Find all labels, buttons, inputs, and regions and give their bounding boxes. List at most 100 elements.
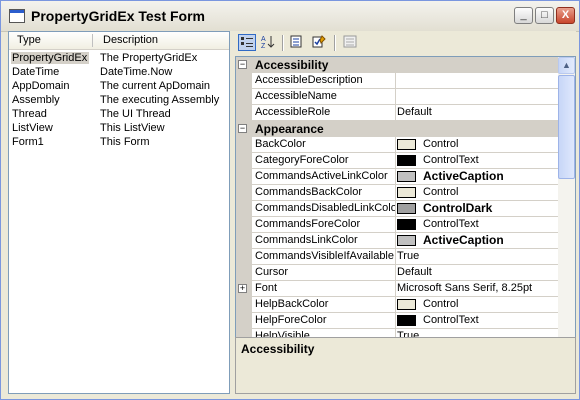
events-button[interactable] [311,34,329,51]
property-row[interactable]: CommandsLinkColor ActiveCaption [236,233,558,249]
expand-icon[interactable]: + [238,284,247,293]
property-value[interactable] [394,73,558,89]
property-row[interactable]: AccessibleName [236,89,558,105]
help-title: Accessibility [241,342,315,356]
alphabetical-button[interactable]: AZ [260,34,278,51]
property-row[interactable]: CommandsBackColor Control [236,185,558,201]
property-name[interactable]: BackColor [252,137,396,153]
row-margin [236,105,252,121]
property-value-text: Default [397,266,432,278]
list-item[interactable]: PropertyGridEx The PropertyGridEx [9,52,229,65]
list-item[interactable]: Form1 This Form [9,136,229,149]
property-value[interactable]: True [394,249,558,265]
list-item[interactable]: Thread The UI Thread [9,108,229,121]
property-name[interactable]: Cursor [252,265,396,281]
categorized-button[interactable] [238,34,256,51]
property-name[interactable]: CommandsLinkColor [252,233,396,249]
list-item[interactable]: Assembly The executing Assembly [9,94,229,107]
svg-text:A: A [261,36,266,43]
category-row[interactable]: − Appearance [236,121,558,137]
property-value[interactable]: ControlText [394,217,558,233]
list-item[interactable]: ListView This ListView [9,122,229,135]
scroll-up-button[interactable]: ▲ [558,57,575,74]
property-row[interactable]: CommandsDisabledLinkColor ControlDark [236,201,558,217]
property-row[interactable]: CommandsVisibleIfAvailable True [236,249,558,265]
property-value[interactable]: Default [394,105,558,121]
property-row[interactable]: BackColor Control [236,137,558,153]
vertical-scrollbar[interactable]: ▲ ▼ [558,57,575,360]
row-margin [236,89,252,105]
property-row[interactable]: CommandsActiveLinkColor ActiveCaption [236,169,558,185]
property-name[interactable]: CommandsForeColor [252,217,396,233]
row-margin [236,73,252,89]
property-name[interactable]: HelpForeColor [252,313,396,329]
color-swatch [397,139,416,150]
property-name[interactable]: CategoryForeColor [252,153,396,169]
property-value[interactable] [394,89,558,105]
property-value-text: Microsoft Sans Serif, 8.25pt [397,282,533,294]
property-pages-button[interactable] [342,34,360,51]
property-row[interactable]: + Font Microsoft Sans Serif, 8.25pt [236,281,558,297]
property-value[interactable]: ActiveCaption [394,233,558,249]
collapse-icon[interactable]: − [238,60,247,69]
column-header-type[interactable]: Type [17,34,41,46]
title-bar[interactable]: PropertyGridEx Test Form _ □ X [1,1,579,32]
property-value[interactable]: Microsoft Sans Serif, 8.25pt [394,281,558,297]
property-name[interactable]: Font [252,281,396,297]
close-button[interactable]: X [556,7,575,24]
svg-text:Z: Z [261,43,266,49]
property-name[interactable]: AccessibleDescription [252,73,396,89]
row-margin [236,169,252,185]
properties-button[interactable] [288,34,306,51]
category-row[interactable]: − Accessibility [236,57,558,73]
scroll-thumb[interactable] [558,75,575,179]
property-name[interactable]: CommandsVisibleIfAvailable [252,249,396,265]
list-item-type: DateTime [12,66,60,78]
property-value[interactable]: ControlDark [394,201,558,217]
property-row[interactable]: CommandsForeColor ControlText [236,217,558,233]
property-value[interactable]: Control [394,185,558,201]
property-value[interactable]: Control [394,297,558,313]
object-list-view[interactable]: Type Description PropertyGridEx The Prope… [8,31,230,394]
column-header-description[interactable]: Description [103,34,158,46]
property-name[interactable]: AccessibleRole [252,105,396,121]
category-label: Appearance [255,122,324,136]
property-value-text: Control [423,186,459,198]
color-swatch [397,299,416,310]
property-row[interactable]: AccessibleDescription [236,73,558,89]
property-value[interactable]: ControlText [394,313,558,329]
row-margin [236,313,252,329]
property-row[interactable]: HelpBackColor Control [236,297,558,313]
row-margin [236,217,252,233]
property-grid-view[interactable]: − Accessibility AccessibleDescription Acces… [235,56,576,361]
row-margin [236,265,252,281]
alphabetical-sort-icon: AZ [261,36,275,50]
property-value[interactable]: Default [394,265,558,281]
category-label: Accessibility [255,58,329,72]
property-row[interactable]: HelpForeColor ControlText [236,313,558,329]
property-value[interactable]: ControlText [394,153,558,169]
list-item-description: The UI Thread [100,108,171,120]
list-item[interactable]: AppDomain The current ApDomain [9,80,229,93]
property-value-text: Control [423,138,459,150]
minimize-button[interactable]: _ [514,7,533,24]
list-item[interactable]: DateTime DateTime.Now [9,66,229,79]
property-value[interactable]: Control [394,137,558,153]
property-value[interactable]: ActiveCaption [394,169,558,185]
property-row[interactable]: CategoryForeColor ControlText [236,153,558,169]
property-row[interactable]: Cursor Default [236,265,558,281]
property-name[interactable]: CommandsDisabledLinkColor [252,201,396,217]
maximize-button[interactable]: □ [535,7,554,24]
main-window: PropertyGridEx Test Form _ □ X Type Desc… [0,0,580,400]
property-row[interactable]: AccessibleRole Default [236,105,558,121]
collapse-icon[interactable]: − [238,124,247,133]
property-name[interactable]: HelpBackColor [252,297,396,313]
property-name[interactable]: AccessibleName [252,89,396,105]
property-name[interactable]: CommandsActiveLinkColor [252,169,396,185]
property-name[interactable]: CommandsBackColor [252,185,396,201]
property-value-text: ActiveCaption [423,233,504,247]
column-separator[interactable] [92,34,93,47]
row-margin [236,137,252,153]
row-margin: + [236,281,252,297]
property-grid: AZ − Accessibility AccessibleDescription Ac… [235,31,576,394]
